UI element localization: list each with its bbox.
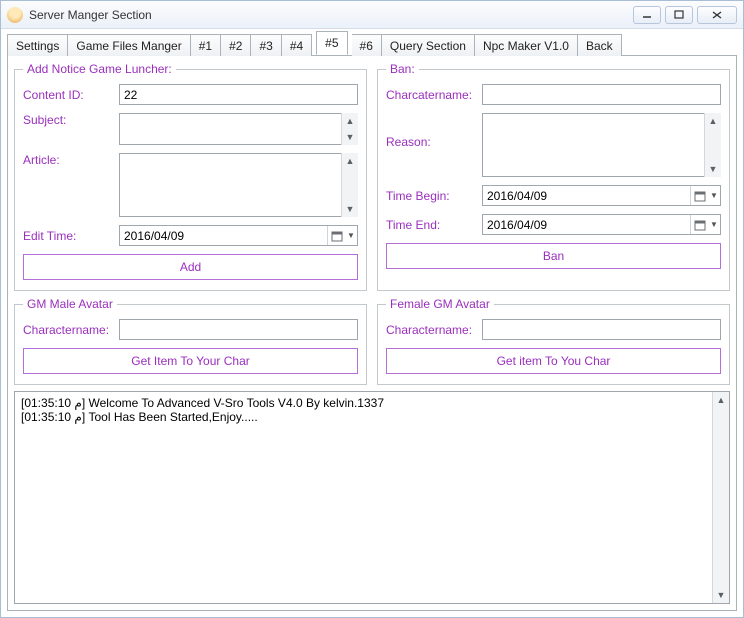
time-end-picker[interactable]: 2016/04/09 ▼ — [482, 214, 721, 235]
gm-female-group: Female GM Avatar Charactername: Get item… — [377, 297, 730, 385]
edit-time-label: Edit Time: — [23, 229, 113, 243]
time-end-value: 2016/04/09 — [483, 218, 690, 232]
gm-female-charname-input[interactable] — [482, 319, 721, 340]
scroll-up-icon: ▲ — [342, 153, 358, 169]
scrollbar[interactable]: ▲▼ — [341, 153, 358, 217]
tab-bar: Settings Game Files Manger #1 #2 #3 #4 #… — [7, 33, 737, 56]
maximize-button[interactable] — [665, 6, 693, 24]
scroll-down-icon: ▼ — [705, 161, 721, 177]
article-input[interactable] — [119, 153, 358, 217]
scroll-down-icon: ▼ — [342, 201, 358, 217]
time-end-label: Time End: — [386, 218, 476, 232]
edit-time-value: 2016/04/09 — [120, 229, 327, 243]
tab-1[interactable]: #1 — [191, 34, 221, 56]
tab-gamefiles[interactable]: Game Files Manger — [68, 34, 190, 56]
log-line: [01:35:10 م] Welcome To Advanced V-Sro T… — [21, 396, 723, 410]
time-begin-picker[interactable]: 2016/04/09 ▼ — [482, 185, 721, 206]
window-title: Server Manger Section — [29, 8, 633, 22]
scroll-down-icon: ▼ — [713, 587, 729, 603]
gm-female-charname-label: Charactername: — [386, 323, 476, 337]
time-begin-value: 2016/04/09 — [483, 189, 690, 203]
scrollbar[interactable]: ▲▼ — [712, 392, 729, 603]
chevron-down-icon: ▼ — [345, 226, 357, 245]
subject-label: Subject: — [23, 113, 113, 127]
avatar-row: GM Male Avatar Charactername: Get Item T… — [14, 297, 730, 385]
ban-group: Ban: Charcatername: Reason: ▲▼ Time Begi… — [377, 62, 730, 291]
tab-6[interactable]: #6 — [352, 34, 382, 56]
tab-settings[interactable]: Settings — [7, 34, 68, 56]
tab-3[interactable]: #3 — [251, 34, 281, 56]
close-button[interactable] — [697, 6, 737, 24]
tab-2[interactable]: #2 — [221, 34, 251, 56]
maximize-icon — [674, 10, 684, 19]
ban-button[interactable]: Ban — [386, 243, 721, 269]
calendar-icon — [690, 215, 708, 234]
ban-reason-input[interactable] — [482, 113, 721, 177]
titlebar[interactable]: Server Manger Section — [1, 1, 743, 29]
app-icon — [7, 7, 23, 23]
gm-female-legend: Female GM Avatar — [386, 297, 494, 311]
add-button[interactable]: Add — [23, 254, 358, 280]
scroll-up-icon: ▲ — [705, 113, 721, 129]
client-area: Settings Game Files Manger #1 #2 #3 #4 #… — [1, 29, 743, 617]
content-id-input[interactable] — [119, 84, 358, 105]
close-icon — [711, 10, 723, 20]
minimize-icon — [642, 11, 652, 19]
gm-male-get-button[interactable]: Get Item To Your Char — [23, 348, 358, 374]
chevron-down-icon: ▼ — [708, 186, 720, 205]
ban-charname-label: Charcatername: — [386, 88, 476, 102]
ban-reason-label: Reason: — [386, 113, 476, 149]
scroll-down-icon: ▼ — [342, 129, 358, 145]
tab-query[interactable]: Query Section — [382, 34, 475, 56]
notice-legend: Add Notice Game Luncher: — [23, 62, 176, 76]
scrollbar[interactable]: ▲▼ — [341, 113, 358, 145]
calendar-icon — [327, 226, 345, 245]
subject-input[interactable] — [119, 113, 358, 145]
time-begin-label: Time Begin: — [386, 189, 476, 203]
content-id-label: Content ID: — [23, 88, 113, 102]
app-window: Server Manger Section Settings Game File… — [0, 0, 744, 618]
tab-back[interactable]: Back — [578, 34, 622, 56]
tab-4[interactable]: #4 — [282, 34, 312, 56]
notice-group: Add Notice Game Luncher: Content ID: Sub… — [14, 62, 367, 291]
gm-female-get-button[interactable]: Get item To You Char — [386, 348, 721, 374]
scroll-up-icon: ▲ — [342, 113, 358, 129]
minimize-button[interactable] — [633, 6, 661, 24]
log-line: [01:35:10 م] Tool Has Been Started,Enjoy… — [21, 410, 723, 424]
log-area[interactable]: [01:35:10 م] Welcome To Advanced V-Sro T… — [14, 391, 730, 604]
chevron-down-icon: ▼ — [708, 215, 720, 234]
calendar-icon — [690, 186, 708, 205]
gm-male-group: GM Male Avatar Charactername: Get Item T… — [14, 297, 367, 385]
edit-time-picker[interactable]: 2016/04/09 ▼ — [119, 225, 358, 246]
window-controls — [633, 6, 737, 24]
tab-5[interactable]: #5 — [316, 31, 347, 55]
scrollbar[interactable]: ▲▼ — [704, 113, 721, 177]
gm-male-charname-input[interactable] — [119, 319, 358, 340]
scroll-up-icon: ▲ — [713, 392, 729, 408]
ban-legend: Ban: — [386, 62, 419, 76]
article-label: Article: — [23, 153, 113, 167]
top-row: Add Notice Game Luncher: Content ID: Sub… — [14, 62, 730, 291]
gm-male-legend: GM Male Avatar — [23, 297, 117, 311]
tab-pane: Add Notice Game Luncher: Content ID: Sub… — [7, 56, 737, 611]
gm-male-charname-label: Charactername: — [23, 323, 113, 337]
ban-charname-input[interactable] — [482, 84, 721, 105]
tab-npc[interactable]: Npc Maker V1.0 — [475, 34, 578, 56]
